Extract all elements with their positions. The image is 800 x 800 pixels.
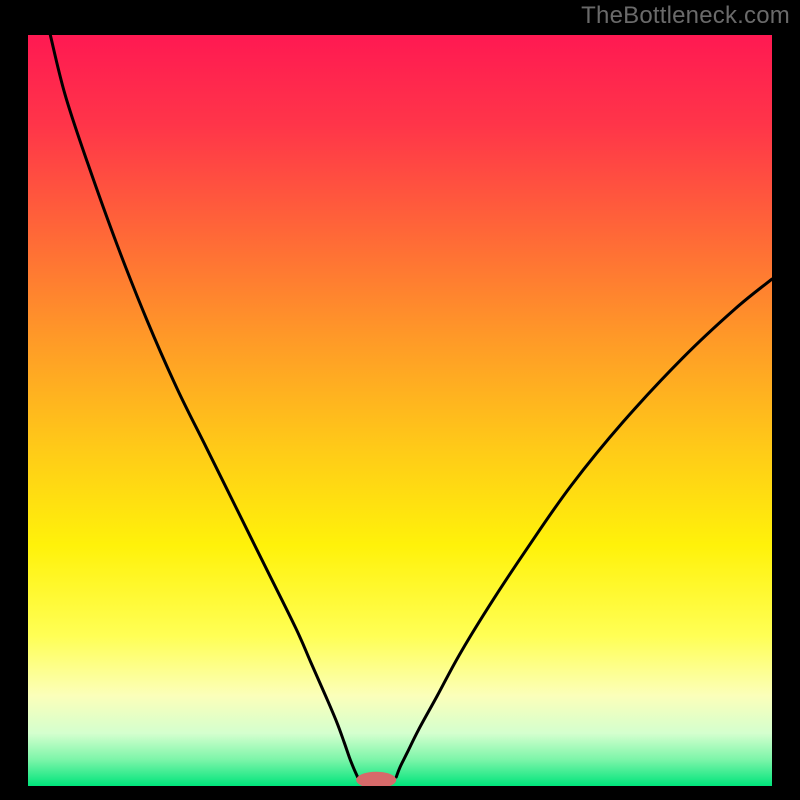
chart-svg	[0, 0, 800, 800]
bottleneck-chart: TheBottleneck.com	[0, 0, 800, 800]
watermark-text: TheBottleneck.com	[581, 2, 790, 30]
minimum-marker	[356, 772, 396, 789]
plot-background	[28, 35, 772, 786]
